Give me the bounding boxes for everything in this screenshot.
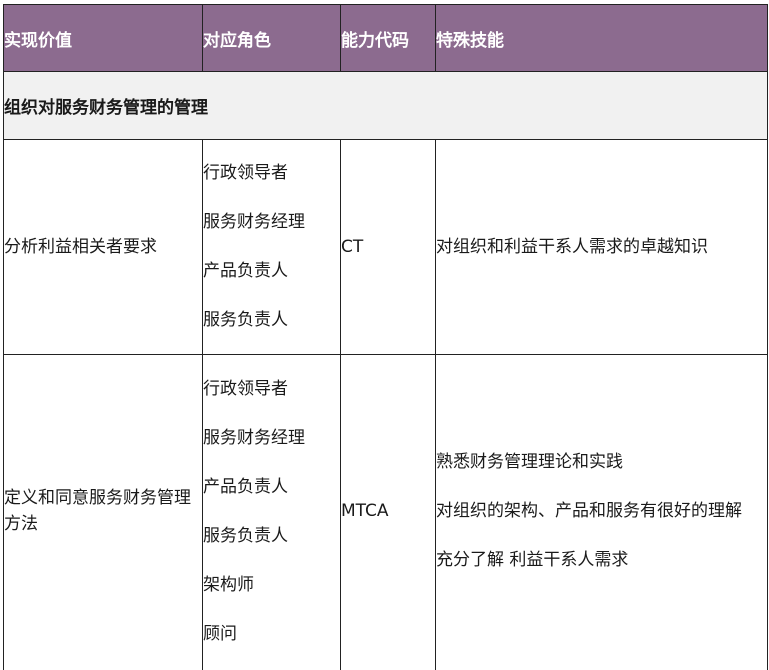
header-cell-skills[interactable]: 特殊技能	[436, 5, 768, 72]
section-row[interactable]: 组织对服务财务管理的管理	[4, 72, 768, 140]
header-label-value: 实现价值	[4, 30, 72, 51]
row2-role: 行政领导者	[203, 379, 288, 399]
row1-code: CT	[341, 236, 364, 257]
row2-roles-cell[interactable]: 行政领导者 服务财务经理 产品负责人 服务负责人 架构师 顾问	[203, 355, 341, 670]
row1-value: 分析利益相关者要求	[4, 237, 157, 257]
row2-skill: 熟悉财务管理理论和实践	[436, 452, 623, 472]
header-cell-roles[interactable]: 对应角色	[203, 5, 341, 72]
row2-value: 定义和同意服务财务管理方法	[4, 488, 191, 534]
row2-skill: 充分了解 利益干系人需求	[436, 550, 629, 570]
row1-role: 产品负责人	[203, 261, 288, 281]
row2-role: 服务财务经理	[203, 428, 305, 448]
row1-value-cell[interactable]: 分析利益相关者要求	[4, 140, 203, 355]
row1-role: 服务财务经理	[203, 212, 305, 232]
row2-value-cell[interactable]: 定义和同意服务财务管理方法	[4, 355, 203, 670]
header-cell-value[interactable]: 实现价值	[4, 5, 203, 72]
row1-skills-cell[interactable]: 对组织和利益干系人需求的卓越知识	[436, 140, 768, 355]
spreadsheet-table: 实现价值 对应角色 能力代码 特殊技能 组织对服务财务管理的管理 分析利益相关者…	[3, 4, 768, 670]
row1-role: 服务负责人	[203, 310, 288, 330]
row2-code-cell[interactable]: MTCA	[341, 355, 436, 670]
header-label-code: 能力代码	[341, 30, 409, 51]
row2-skills-cell[interactable]: 熟悉财务管理理论和实践 对组织的架构、产品和服务有很好的理解 充分了解 利益干系…	[436, 355, 768, 670]
header-cell-code[interactable]: 能力代码	[341, 5, 436, 72]
row1-role: 行政领导者	[203, 163, 288, 183]
row2-role: 顾问	[203, 624, 237, 644]
row1-roles-cell[interactable]: 行政领导者 服务财务经理 产品负责人 服务负责人	[203, 140, 341, 355]
section-title: 组织对服务财务管理的管理	[4, 98, 208, 118]
row1-code-cell[interactable]: CT	[341, 140, 436, 355]
row2-skill: 对组织的架构、产品和服务有很好的理解	[436, 501, 742, 521]
row1-skill: 对组织和利益干系人需求的卓越知识	[436, 236, 708, 257]
header-label-skills: 特殊技能	[436, 30, 504, 51]
row2-code: MTCA	[341, 501, 389, 521]
row2-role: 服务负责人	[203, 526, 288, 546]
header-label-roles: 对应角色	[203, 30, 271, 51]
row2-role: 架构师	[203, 575, 254, 595]
row2-role: 产品负责人	[203, 477, 288, 497]
